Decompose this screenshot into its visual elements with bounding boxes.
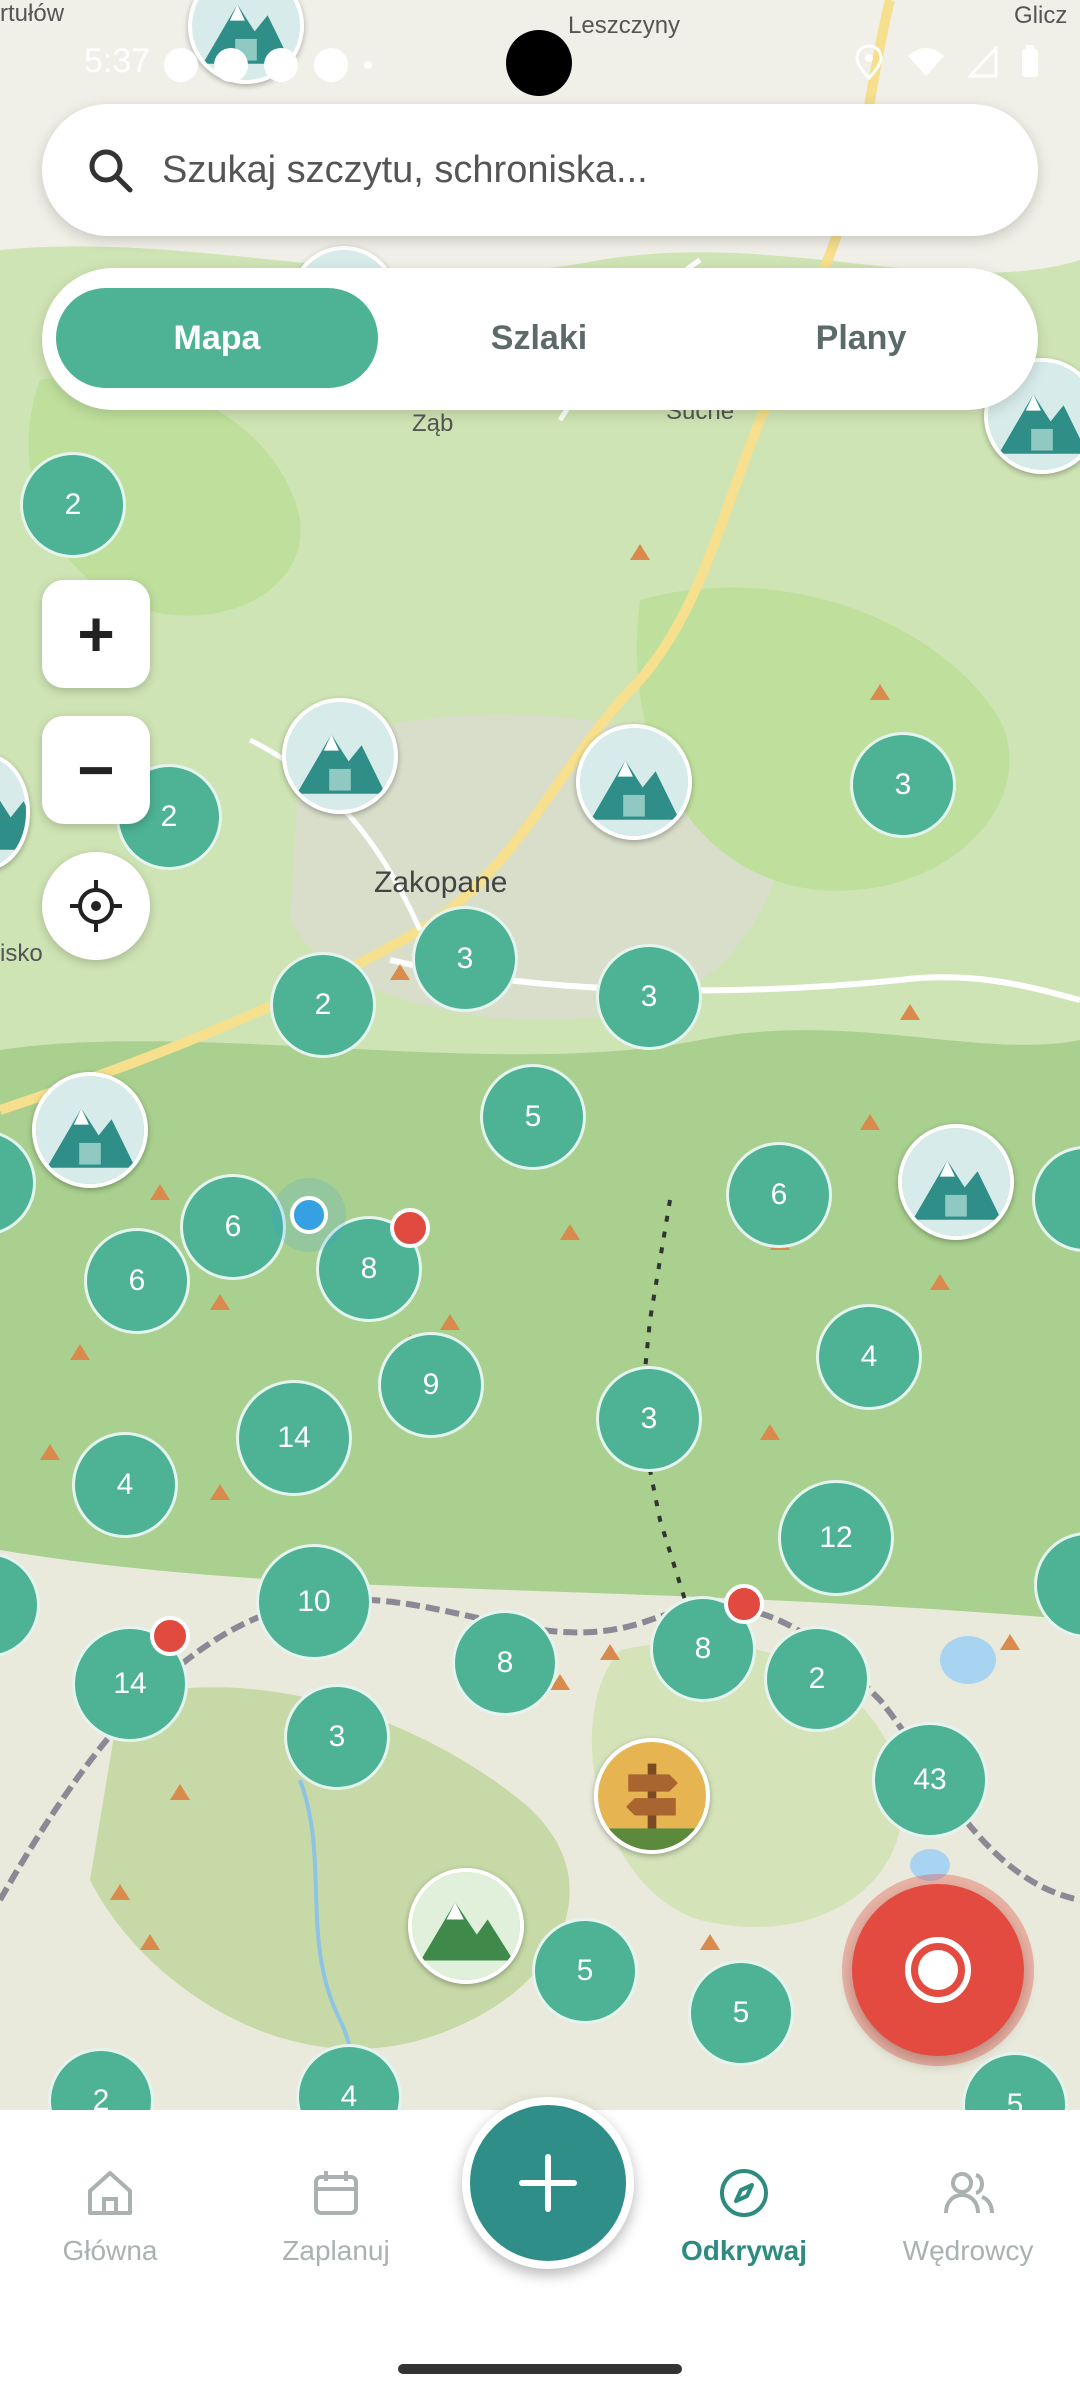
- map-cluster[interactable]: 4: [816, 1304, 922, 1410]
- map-label-zab: Ząb: [412, 410, 454, 437]
- calendar-icon: [314, 2171, 358, 2215]
- nav-item-wedrowcy[interactable]: Wędrowcy: [868, 2165, 1068, 2267]
- nav-item-zaplanuj[interactable]: Zaplanuj: [236, 2165, 436, 2267]
- tab-mapa[interactable]: Mapa: [56, 288, 378, 388]
- map-cluster[interactable]: 9: [378, 1332, 484, 1438]
- map-cluster[interactable]: 43: [872, 1722, 988, 1838]
- alert-marker[interactable]: [150, 1616, 190, 1656]
- nav-item-odkrywaj[interactable]: Odkrywaj: [644, 2165, 844, 2267]
- map-cluster[interactable]: 3: [596, 1366, 702, 1472]
- map-cluster[interactable]: 6: [726, 1142, 832, 1248]
- map-cluster[interactable]: 14: [236, 1380, 352, 1496]
- map-cluster[interactable]: 10: [256, 1544, 372, 1660]
- map-cluster[interactable]: 2: [20, 452, 126, 558]
- summit-marker-icon[interactable]: [576, 724, 692, 840]
- home-indicator: [398, 2364, 682, 2374]
- status-bar: 5:37: [0, 0, 1080, 120]
- map-cluster[interactable]: 5: [532, 1918, 638, 2024]
- tab-plany[interactable]: Plany: [700, 288, 1022, 388]
- zoom-in-button[interactable]: +: [42, 580, 150, 688]
- nav-label: Odkrywaj: [680, 2235, 808, 2266]
- notification-icon: [164, 48, 198, 82]
- users-icon: [944, 2172, 994, 2214]
- map-cluster[interactable]: 8: [452, 1610, 558, 1716]
- more-notifications-icon: [364, 61, 372, 69]
- map-cluster[interactable]: 4: [72, 1432, 178, 1538]
- map-cluster[interactable]: 6: [84, 1228, 190, 1334]
- alert-marker[interactable]: [390, 1208, 430, 1248]
- locate-me-button[interactable]: [42, 852, 150, 960]
- map-cluster[interactable]: 5: [688, 1960, 794, 2066]
- view-tabs: Mapa Szlaki Plany: [42, 268, 1038, 410]
- camera-cutout: [506, 30, 572, 96]
- nav-label: Zaplanuj: [282, 2235, 390, 2266]
- wifi-icon: [908, 48, 944, 76]
- record-button[interactable]: [852, 1884, 1024, 2056]
- signal-icon: [968, 46, 998, 78]
- map-label-zakopane: Zakopane: [374, 866, 508, 899]
- tab-szlaki[interactable]: Szlaki: [378, 288, 700, 388]
- trail-signpost-marker-icon[interactable]: [594, 1738, 710, 1854]
- add-button[interactable]: [462, 2097, 634, 2269]
- search-input[interactable]: [160, 147, 964, 193]
- nav-item-glowna[interactable]: Główna: [10, 2165, 210, 2267]
- nav-label: Główna: [62, 2235, 158, 2266]
- notification-icon: [264, 48, 298, 82]
- notification-icon: [314, 48, 348, 82]
- location-icon: [855, 44, 883, 80]
- map-cluster[interactable]: 3: [412, 906, 518, 1012]
- map-cluster[interactable]: 2: [270, 952, 376, 1058]
- map-label-isko: isko: [0, 940, 43, 967]
- battery-icon: [1022, 45, 1038, 77]
- notification-icon: [214, 48, 248, 82]
- map-cluster[interactable]: 2: [764, 1626, 870, 1732]
- map-cluster[interactable]: 3: [284, 1684, 390, 1790]
- record-icon: [905, 1937, 971, 2003]
- zoom-out-button[interactable]: −: [42, 716, 150, 824]
- user-location-marker: [290, 1196, 328, 1234]
- status-icons: [854, 44, 1040, 80]
- summit-marker-icon[interactable]: [282, 698, 398, 814]
- mountain-marker-icon[interactable]: [408, 1868, 524, 1984]
- alert-marker[interactable]: [724, 1584, 764, 1624]
- summit-marker-icon[interactable]: [898, 1124, 1014, 1240]
- notification-icons: [164, 48, 372, 82]
- map-cluster[interactable]: 3: [850, 732, 956, 838]
- map-cluster[interactable]: 6: [180, 1174, 286, 1280]
- crosshair-icon: [70, 880, 122, 932]
- nav-label: Wędrowcy: [902, 2235, 1034, 2266]
- summit-marker-icon[interactable]: [32, 1072, 148, 1188]
- status-time: 5:37: [84, 42, 151, 80]
- compass-icon: [720, 2169, 768, 2217]
- map-cluster[interactable]: 5: [480, 1064, 586, 1170]
- search-bar[interactable]: [42, 104, 1038, 236]
- plus-icon: [519, 2154, 577, 2212]
- search-icon: [89, 149, 133, 193]
- home-icon: [88, 2171, 132, 2215]
- map-cluster[interactable]: 3: [596, 944, 702, 1050]
- map-cluster[interactable]: 12: [778, 1480, 894, 1596]
